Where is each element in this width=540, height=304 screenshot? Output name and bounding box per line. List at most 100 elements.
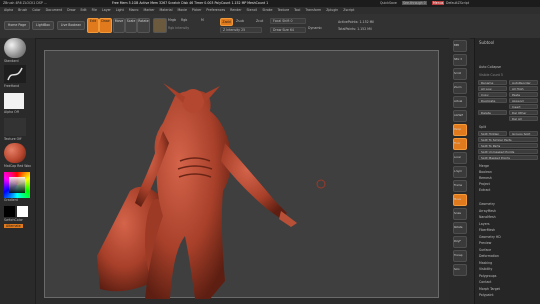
see-through-slider[interactable]: See-through 0	[402, 1, 427, 5]
menu-marker[interactable]: Marker	[144, 8, 155, 12]
main-color-swatch[interactable]	[4, 206, 15, 217]
menu-movie[interactable]: Movie	[177, 8, 186, 12]
default-zscript-button[interactable]: DefaultZScript	[446, 1, 469, 5]
document-canvas[interactable]	[44, 50, 440, 299]
standard-brush-icon[interactable]	[4, 38, 26, 58]
menu-light[interactable]: Light	[116, 8, 124, 12]
rgb-intensity-slider[interactable]: Rgb Intensity	[168, 26, 189, 30]
lightbox-button[interactable]: LightBox	[32, 21, 54, 30]
righttray-l-sym-button[interactable]: L.Sym	[453, 166, 467, 178]
dynamic-button[interactable]: Dynamic	[308, 26, 322, 30]
fibermesh-section[interactable]: FiberMesh	[479, 228, 495, 232]
righttray-rotate-button[interactable]: Rotate	[453, 222, 467, 234]
menu-texture[interactable]: Texture	[277, 8, 289, 12]
menu-material[interactable]: Material	[160, 8, 173, 12]
panel-paste-button[interactable]: Paste	[509, 92, 538, 97]
quicksave-button[interactable]: QuickSave	[380, 1, 397, 5]
layers-section[interactable]: Layers	[479, 222, 490, 226]
split-split-to-parts-button[interactable]: Split To Parts	[478, 143, 538, 148]
panel-all-low-button[interactable]: All Low	[478, 86, 507, 91]
panel-rename-button[interactable]: Rename	[478, 80, 507, 85]
righttray-floor-button[interactable]: Floor	[453, 138, 467, 150]
righttray-transp-button[interactable]: Transp	[453, 250, 467, 262]
menu-tool[interactable]: Tool	[294, 8, 300, 12]
polygroups-section[interactable]: Polygroups	[479, 274, 496, 278]
righttray-polyf-button[interactable]: PolyF	[453, 236, 467, 248]
home-page-button[interactable]: Home Page	[4, 21, 30, 30]
menu-draw[interactable]: Draw	[67, 8, 75, 12]
panel-del-all-button[interactable]: Del All	[509, 116, 538, 121]
visibility-section[interactable]: Visibility	[479, 267, 492, 271]
menu-document[interactable]: Document	[46, 8, 63, 12]
menu-picker[interactable]: Picker	[192, 8, 202, 12]
color-picker-icon[interactable]	[4, 172, 30, 198]
panel-all-high-button[interactable]: All High	[509, 86, 538, 91]
edit-button[interactable]: Edit	[87, 18, 99, 33]
preview-section[interactable]: Preview	[479, 241, 491, 245]
menu-zscript[interactable]: Zscript	[343, 8, 354, 12]
menu-color[interactable]: Color	[32, 8, 40, 12]
matcap-red-wax-icon[interactable]	[4, 143, 26, 163]
auto-collapse-toggle[interactable]: Auto Collapse	[479, 65, 501, 69]
menu-brush[interactable]: Brush	[18, 8, 27, 12]
project-section[interactable]: Project	[479, 182, 490, 186]
boolean-section[interactable]: Boolean	[479, 170, 492, 174]
draw-button[interactable]: Draw	[99, 18, 112, 33]
polypaint-section[interactable]: Polypaint	[479, 293, 494, 297]
menu-edit[interactable]: Edit	[80, 8, 86, 12]
righttray-scroll-button[interactable]: Scroll	[453, 68, 467, 80]
subtool-title[interactable]: Subtool	[479, 40, 494, 45]
model-viewport[interactable]	[45, 51, 440, 299]
secondary-color-swatch[interactable]	[17, 206, 28, 217]
menu-layer[interactable]: Layer	[102, 8, 111, 12]
merge-section[interactable]: Merge	[479, 164, 489, 168]
righttray-actual-button[interactable]: Actual	[453, 96, 467, 108]
panel-append-button[interactable]: Append	[509, 98, 538, 103]
arraymesh-section[interactable]: ArrayMesh	[479, 209, 496, 213]
mrgb-button[interactable]: Mrgb	[168, 18, 176, 22]
menu-file[interactable]: File	[92, 8, 97, 12]
menu-stroke[interactable]: Stroke	[262, 8, 272, 12]
z-intensity-slider[interactable]: Z Intensity 25	[220, 27, 262, 33]
m-button[interactable]: M	[201, 18, 204, 22]
draw-size-slider[interactable]: Draw Size 64	[270, 27, 306, 33]
split-groups-split-button[interactable]: Groups Split	[509, 131, 538, 136]
rotate-button[interactable]: Rotate	[137, 18, 150, 33]
rgb-button[interactable]: Rgb	[181, 18, 187, 22]
morph-target-section[interactable]: Morph Target	[479, 287, 500, 291]
move-button[interactable]: Move	[113, 18, 125, 33]
menu-render[interactable]: Render	[230, 8, 241, 12]
righttray-aahalf-button[interactable]: AAHalf	[453, 110, 467, 122]
menu-stencil[interactable]: Stencil	[247, 8, 258, 12]
menu-transform[interactable]: Transform	[305, 8, 321, 12]
geometry-section[interactable]: Geometry	[479, 202, 495, 206]
righttray-spix-3-button[interactable]: SPix 3	[453, 54, 467, 66]
deformation-section[interactable]: Deformation	[479, 254, 499, 258]
masking-section[interactable]: Masking	[479, 261, 492, 265]
menu-macro[interactable]: Macro	[129, 8, 139, 12]
righttray-bpr-button[interactable]: BPR	[453, 40, 467, 52]
geometry-hd-section[interactable]: Geometry HD	[479, 235, 501, 239]
righttray-solo-button[interactable]: Solo	[453, 264, 467, 276]
panel-delete-button[interactable]: Delete	[478, 110, 507, 115]
righttray-zoom-button[interactable]: Zoom	[453, 82, 467, 94]
alpha-off-icon[interactable]	[4, 93, 24, 109]
panel-insert-button[interactable]: Insert	[509, 104, 538, 109]
panel-del-other-button[interactable]: Del Other	[509, 110, 538, 115]
sculpt-model[interactable]	[97, 83, 297, 299]
focal-shift-slider[interactable]: Focal Shift 0	[270, 18, 306, 24]
material-swatch[interactable]	[153, 18, 167, 33]
alternate-button[interactable]: Alternate	[4, 224, 23, 228]
freehand-stroke-icon[interactable]	[4, 65, 26, 83]
split-split-to-similar-parts-button[interactable]: Split To Similar Parts	[478, 137, 538, 142]
righttray-local-button[interactable]: Local	[453, 152, 467, 164]
surface-section[interactable]: Surface	[479, 248, 491, 252]
split-section-title[interactable]: Split	[479, 125, 486, 129]
zsub-button[interactable]: Zsub	[236, 19, 244, 23]
menu-zplugin[interactable]: Zplugin	[326, 8, 338, 12]
split-split-hidden-button[interactable]: Split Hidden	[478, 131, 507, 136]
zcut-button[interactable]: Zcut	[256, 19, 263, 23]
color-square[interactable]	[9, 177, 25, 193]
extract-section[interactable]: Extract	[479, 188, 490, 192]
split-split-unmasked-points-button[interactable]: Split Unmasked Points	[478, 149, 538, 154]
